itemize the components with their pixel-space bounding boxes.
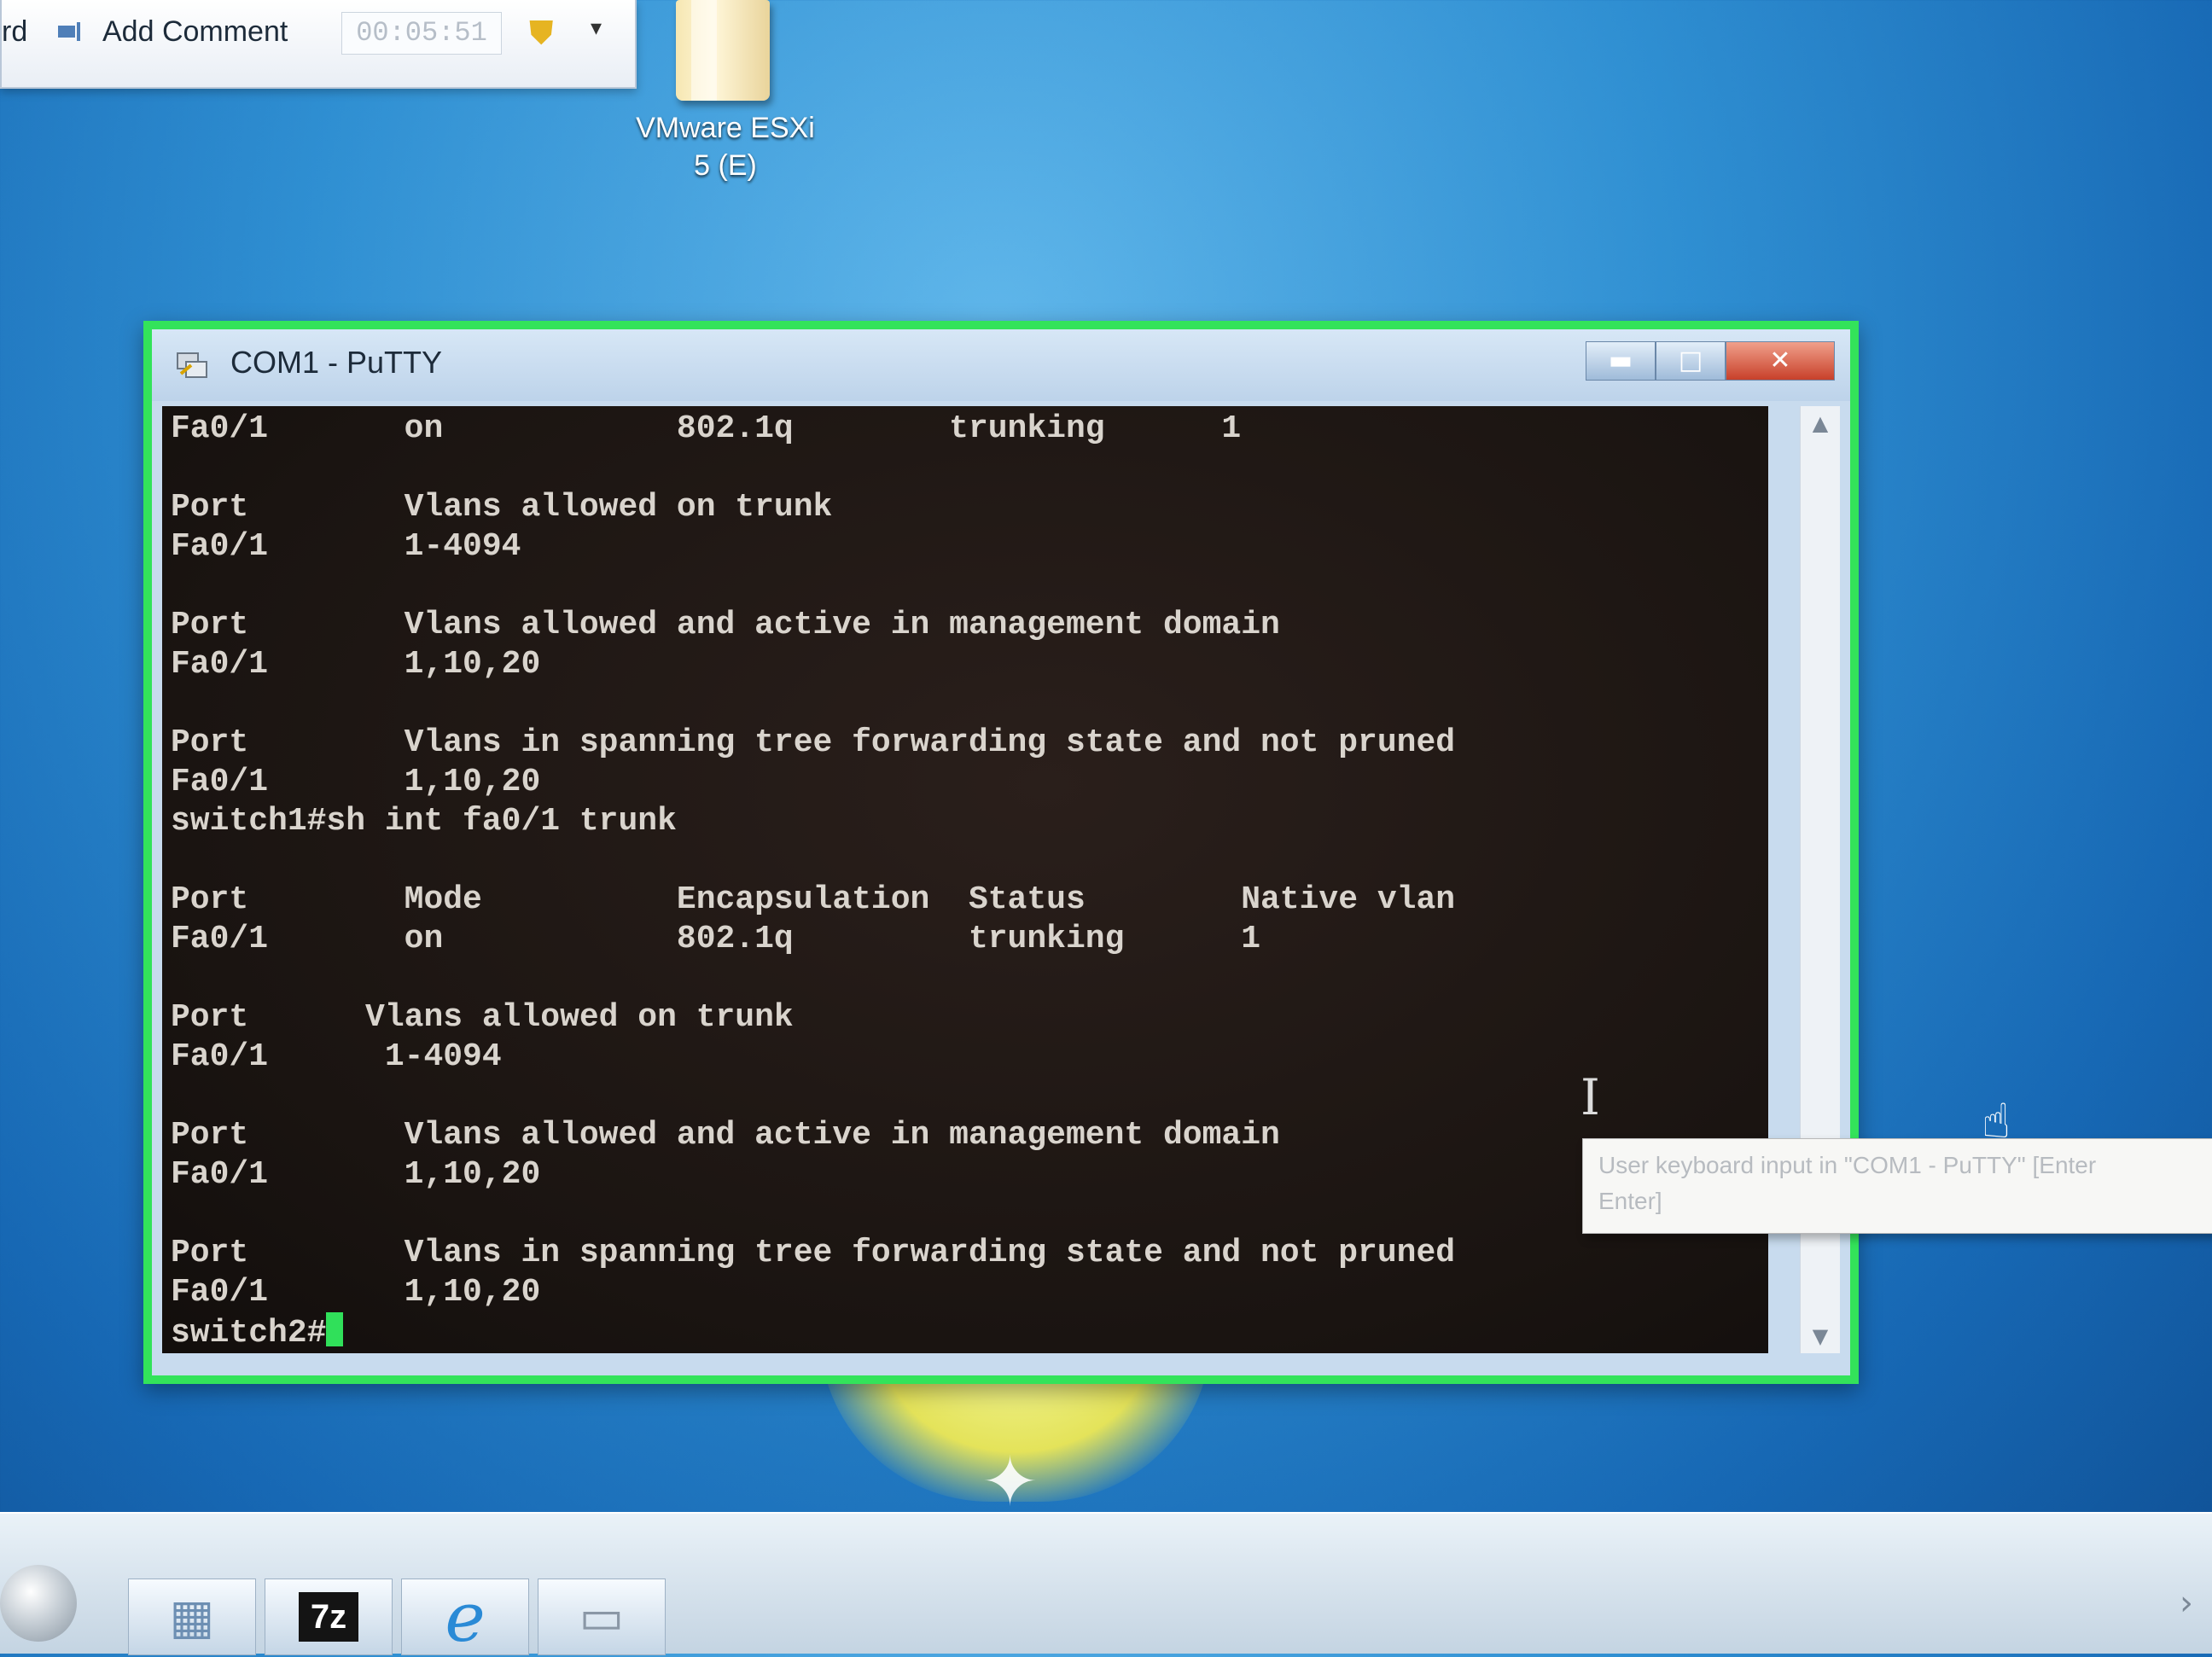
putty-app-icon	[177, 352, 207, 378]
terminal-line: Fa0/1 1-4094	[171, 528, 521, 565]
taskbar-item-internet-explorer[interactable]: e	[401, 1577, 529, 1657]
maximize-button[interactable]: □	[1656, 341, 1726, 381]
terminal-line: Fa0/1 on 802.1q trunking 1	[171, 410, 1242, 447]
terminal-line: Fa0/1 1,10,20	[171, 1156, 541, 1193]
terminal-line: Port Vlans allowed and active in managem…	[171, 1117, 1280, 1154]
taskbar: ▦ 7z e ▭ ›	[0, 1512, 2212, 1657]
taskbar-item-putty[interactable]: ▭	[538, 1579, 666, 1655]
tray-expand-icon[interactable]: ›	[2180, 1584, 2193, 1623]
scroll-down-icon[interactable]: ▼	[1801, 1319, 1840, 1353]
desktop-icon-vmware-esxi[interactable]: VMware ESXi 5 (E)	[632, 0, 819, 196]
dropdown-arrow-icon[interactable]: ▾	[591, 15, 602, 41]
elapsed-timer: 00:05:51	[341, 12, 502, 55]
terminal-line: Port Vlans allowed on trunk	[171, 489, 833, 526]
terminal-line: Fa0/1 on 802.1q trunking 1	[171, 921, 1261, 957]
taskbar-item-explorer[interactable]: ▦	[128, 1579, 256, 1655]
terminal-line: Fa0/1 1,10,20	[171, 1274, 541, 1311]
terminal-line: Port Vlans allowed on trunk	[171, 999, 794, 1036]
wallpaper-sparkle-icon: ✦	[981, 1442, 1039, 1521]
add-comment-icon	[58, 22, 80, 41]
terminal-prompt: switch2#	[171, 1315, 327, 1352]
shield-icon[interactable]: ⛊	[529, 14, 554, 52]
folder-icon	[676, 0, 770, 101]
terminal-line: Port Vlans in spanning tree forwarding s…	[171, 724, 1456, 761]
minimize-button[interactable]: ▬	[1586, 341, 1656, 381]
start-button[interactable]	[0, 1565, 77, 1642]
putty-taskbar-icon: ▭	[579, 1589, 625, 1645]
toolbar-partial-label: rd	[2, 15, 28, 48]
terminal-output[interactable]: Fa0/1 on 802.1q trunking 1 Port Vlans al…	[162, 406, 1768, 1353]
sevenzip-icon: 7z	[299, 1592, 358, 1642]
window-controls: ▬ □ ✕	[1586, 341, 1835, 382]
terminal-line: Fa0/1 1-4094	[171, 1038, 502, 1075]
scroll-up-icon[interactable]: ▲	[1801, 406, 1840, 440]
close-button[interactable]: ✕	[1726, 341, 1835, 381]
library-icon: ▦	[169, 1589, 215, 1645]
terminal-line: Port Vlans allowed and active in managem…	[171, 607, 1280, 643]
putty-window-title: COM1 - PuTTY	[230, 345, 443, 380]
taskbar-item-7zip[interactable]: 7z	[265, 1579, 393, 1655]
recorder-tooltip: User keyboard input in "COM1 - PuTTY" [E…	[1582, 1138, 2212, 1234]
recorder-toolbar: rd Add Comment 00:05:51 ⛊ ▾	[0, 0, 637, 89]
desktop-icon-label: VMware ESXi 5 (E)	[636, 112, 815, 182]
terminal-cursor	[326, 1312, 344, 1346]
terminal-line: Fa0/1 1,10,20	[171, 646, 541, 683]
add-comment-button[interactable]: Add Comment	[102, 15, 288, 49]
internet-explorer-icon: e	[445, 1577, 486, 1657]
terminal-line: Port Mode Encapsulation Status Native vl…	[171, 881, 1456, 918]
terminal-line: Port Vlans in spanning tree forwarding s…	[171, 1235, 1456, 1271]
putty-titlebar[interactable]: COM1 - PuTTY ▬ □ ✕	[152, 329, 1850, 401]
terminal-text: Fa0/1 on 802.1q trunking 1 Port Vlans al…	[171, 410, 1455, 1353]
terminal-line: Fa0/1 1,10,20	[171, 764, 541, 800]
text-cursor-icon: I	[1580, 1068, 1600, 1126]
terminal-line: switch1#sh int fa0/1 trunk	[171, 803, 677, 840]
